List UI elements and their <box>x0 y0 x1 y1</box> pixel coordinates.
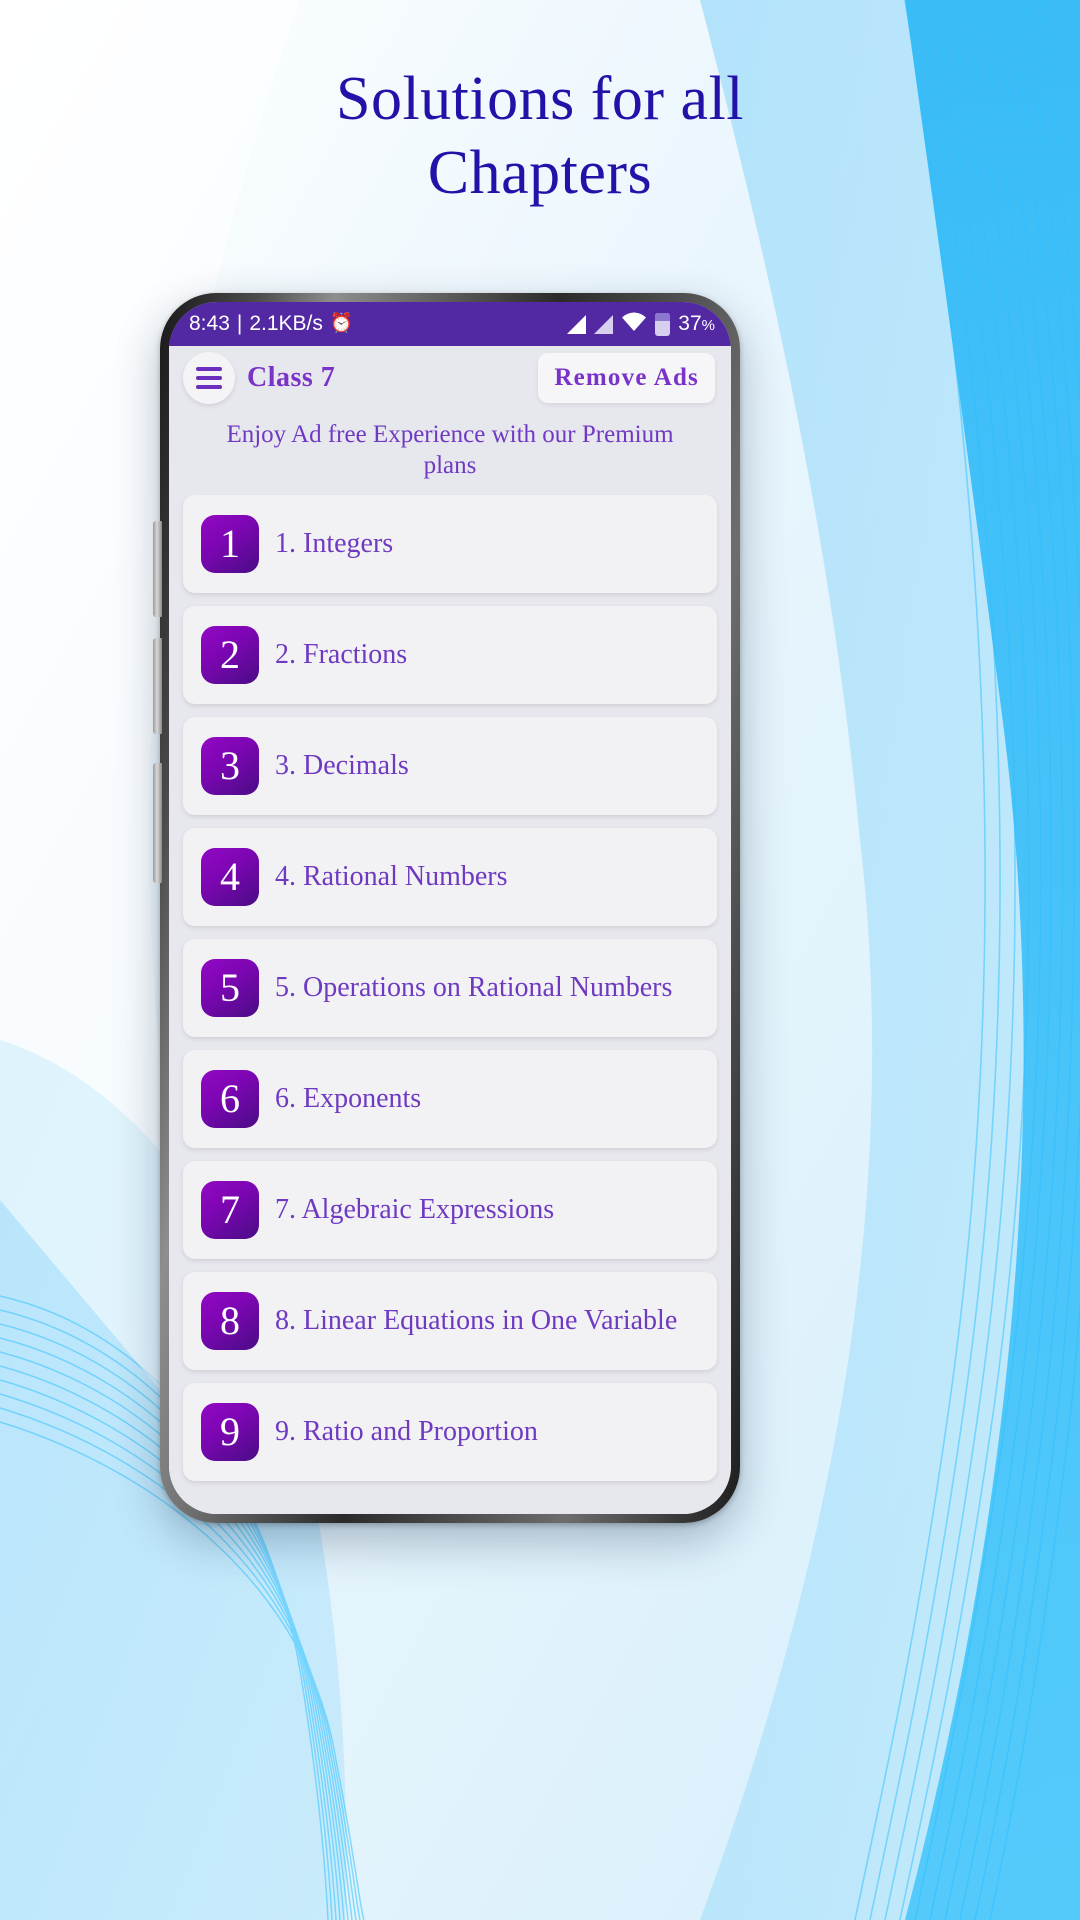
page-title-line2: Chapters <box>427 139 653 208</box>
chapter-number-badge: 6 <box>201 1070 259 1128</box>
chapter-title: 7. Algebraic Expressions <box>275 1194 555 1225</box>
page-title-line1: Solutions for all <box>335 65 745 133</box>
premium-banner[interactable]: Enjoy Ad free Experience with our Premiu… <box>169 410 731 495</box>
power-button[interactable] <box>153 763 162 883</box>
chapter-row[interactable]: 5 5. Operations on Rational Numbers <box>183 939 717 1037</box>
chapter-row[interactable]: 6 6. Exponents <box>183 1050 717 1148</box>
chapter-title: 9. Ratio and Proportion <box>275 1416 538 1447</box>
chapter-row[interactable]: 2 2. Fractions <box>183 606 717 704</box>
chapter-number-badge: 9 <box>201 1403 259 1461</box>
chapter-title: 3. Decimals <box>275 750 409 781</box>
volume-down-button[interactable] <box>153 638 162 734</box>
chapter-number-badge: 1 <box>201 515 259 573</box>
signal-bars-icon <box>567 314 587 334</box>
battery-icon <box>655 312 671 336</box>
phone-screen: 8:43 | 2.1KB/s ⏰ 37% Class 7 Remove Ads … <box>169 302 731 1514</box>
status-bar: 8:43 | 2.1KB/s ⏰ 37% <box>169 302 731 346</box>
chapter-number-badge: 7 <box>201 1181 259 1239</box>
chapter-title: 6. Exponents <box>275 1083 422 1114</box>
signal-bars-icon-secondary <box>594 314 614 334</box>
chapter-number-badge: 8 <box>201 1292 259 1350</box>
chapter-row[interactable]: 9 9. Ratio and Proportion <box>183 1383 717 1481</box>
chapter-title: 2. Fractions <box>275 639 408 670</box>
alarm-clock-icon: ⏰ <box>329 312 354 334</box>
hamburger-menu-icon[interactable] <box>183 352 235 404</box>
chapter-title: 1. Integers <box>275 528 394 559</box>
chapter-title: 8. Linear Equations in One Variable <box>275 1305 678 1336</box>
chapter-row[interactable]: 7 7. Algebraic Expressions <box>183 1161 717 1259</box>
chapter-row[interactable]: 8 8. Linear Equations in One Variable <box>183 1272 717 1370</box>
chapter-number-badge: 2 <box>201 626 259 684</box>
page-title: Solutions for all Chapters <box>0 62 1080 211</box>
chapter-list[interactable]: 1 1. Integers 2 2. Fractions 3 3. Decimals 4 4.… <box>169 495 731 1514</box>
app-bar-title: Class 7 <box>247 362 336 393</box>
status-separator: | <box>236 312 243 335</box>
remove-ads-button[interactable]: Remove Ads <box>538 353 715 403</box>
wifi-glyph <box>622 312 647 331</box>
status-bar-right: 37% <box>567 312 715 336</box>
app-bar: Class 7 Remove Ads <box>169 346 731 410</box>
phone-mockup: 8:43 | 2.1KB/s ⏰ 37% Class 7 Remove Ads … <box>153 293 740 1523</box>
chapter-row[interactable]: 4 4. Rational Numbers <box>183 828 717 926</box>
status-time: 8:43 <box>189 312 230 335</box>
chapter-number-badge: 5 <box>201 959 259 1017</box>
status-network-speed: 2.1KB/s <box>249 312 323 335</box>
chapter-row[interactable]: 1 1. Integers <box>183 495 717 593</box>
chapter-number-badge: 3 <box>201 737 259 795</box>
volume-up-button[interactable] <box>153 521 162 617</box>
battery-percent-label: 37% <box>678 312 715 335</box>
chapter-title: 5. Operations on Rational Numbers <box>275 972 673 1003</box>
chapter-row[interactable]: 3 3. Decimals <box>183 717 717 815</box>
chapter-title: 4. Rational Numbers <box>275 861 508 892</box>
status-bar-left: 8:43 | 2.1KB/s ⏰ <box>189 312 354 336</box>
chapter-number-badge: 4 <box>201 848 259 906</box>
wifi-icon <box>621 312 647 336</box>
